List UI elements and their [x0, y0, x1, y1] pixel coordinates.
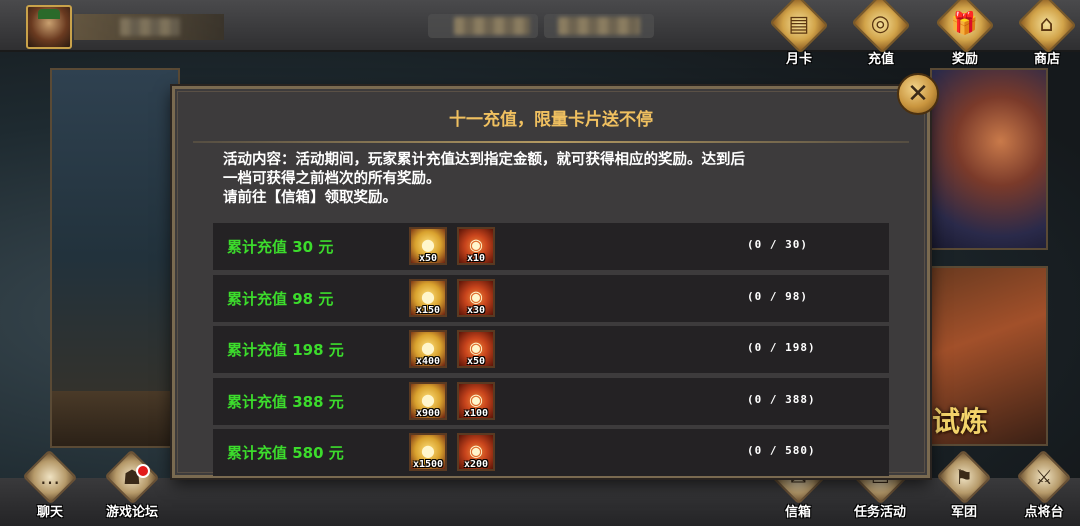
card-swirl-icon: ◉ — [469, 389, 483, 409]
background-scene-left — [50, 68, 180, 448]
gold-coin-item[interactable]: ● x50 — [409, 227, 447, 265]
gold-coin-icon: ● — [421, 389, 435, 409]
item-quantity: x900 — [415, 407, 441, 419]
item-quantity: x150 — [415, 304, 441, 316]
reward-tier-row: 累计充值 198 元 ● x400 ◉ x50 (0 / 198) — [213, 326, 889, 373]
tier-label: 累计充值 198 元 — [227, 341, 344, 359]
rewards-button[interactable]: 🎁 奖励 — [935, 0, 995, 67]
close-button[interactable]: ✕ — [897, 73, 939, 115]
tier-progress: (0 / 198) — [747, 341, 816, 354]
gift-box-icon: 🎁 — [935, 0, 995, 54]
reward-tier-row: 累计充值 30 元 ● x50 ◉ x10 (0 / 30) — [213, 223, 889, 270]
player-avatar[interactable] — [26, 5, 72, 49]
card-swirl-icon: ◉ — [469, 441, 483, 460]
card-swirl-icon: ◉ — [469, 338, 483, 357]
tier-progress: (0 / 388) — [747, 392, 816, 406]
card-swirl-icon: ◉ — [469, 235, 483, 254]
shop-pagoda-icon: ⌂ — [1017, 0, 1077, 54]
card-swirl-icon: ◉ — [469, 286, 483, 306]
recharge-event-modal: 十一充值，限量卡片送不停 活动内容：活动期间，玩家累计充值达到指定金额，就可获得… — [172, 86, 930, 478]
legion-button[interactable]: ⚑ 军团 — [928, 449, 1000, 524]
recharge-button[interactable]: ◎ 充值 — [851, 0, 911, 67]
close-x-icon: ✕ — [907, 79, 929, 109]
tier-label: 累计充值 388 元 — [227, 392, 344, 411]
gold-coin-icon: ● — [421, 441, 435, 460]
forum-users-icon: ☗ — [104, 449, 160, 505]
reward-tier-list: 累计充值 30 元 ● x50 ◉ x10 (0 / 30) 累计充值 98 元… — [213, 223, 889, 481]
reward-tier-row: 累计充值 98 元 ● x150 ◉ x30 (0 / 98) — [213, 274, 889, 322]
resource-pill-2 — [544, 14, 654, 38]
shop-button[interactable]: ⌂ 商店 — [1017, 0, 1077, 67]
event-description: 活动内容：活动期间，玩家累计充值达到指定金额，就可获得相应的奖励。达到后 一档可… — [223, 152, 745, 206]
gold-coin-item[interactable]: ● x900 — [409, 381, 447, 420]
card-shard-item[interactable]: ◉ x50 — [457, 330, 495, 368]
card-shard-item[interactable]: ◉ x100 — [457, 381, 495, 420]
modal-title: 十一充值，限量卡片送不停 — [449, 110, 653, 130]
title-divider — [193, 141, 909, 143]
reward-tier-row: 累计充值 580 元 ● x1500 ◉ x200 (0 / 580) — [213, 429, 889, 476]
top-bar — [0, 0, 1080, 52]
tier-progress: (0 / 580) — [747, 444, 816, 457]
tier-progress: (0 / 30) — [747, 238, 808, 251]
month-card-button[interactable]: ▤ 月卡 — [769, 0, 829, 67]
legion-horn-icon: ⚑ — [936, 449, 992, 505]
tier-label: 累计充值 30 元 — [227, 238, 334, 256]
chat-bubble-icon: … — [22, 449, 78, 505]
reward-tier-row: 累计充值 388 元 ● x900 ◉ x100 (0 / 388) — [213, 377, 889, 425]
item-quantity: x200 — [463, 459, 489, 470]
forum-button[interactable]: ☗ 游戏论坛 — [96, 449, 168, 524]
trial-banner-label: 试炼 — [932, 405, 989, 438]
gold-coin-icon: ● — [421, 286, 435, 306]
gold-coin-item[interactable]: ● x400 — [409, 330, 447, 368]
gold-coin-icon: ● — [421, 338, 435, 357]
gold-coin-icon: ● — [421, 235, 435, 254]
card-shard-item[interactable]: ◉ x10 — [457, 227, 495, 265]
resource-pill-1 — [428, 14, 538, 38]
card-shard-item[interactable]: ◉ x200 — [457, 433, 495, 471]
notification-dot — [136, 464, 150, 478]
tier-progress: (0 / 98) — [747, 289, 808, 303]
card-shard-item[interactable]: ◉ x30 — [457, 278, 495, 317]
player-name-redacted — [120, 18, 180, 36]
item-quantity: x50 — [418, 253, 438, 264]
gold-coin-item[interactable]: ● x1500 — [409, 433, 447, 471]
general-stage-button[interactable]: ⚔ 点将台 — [1008, 449, 1080, 524]
gold-coin-item[interactable]: ● x150 — [409, 278, 447, 317]
chat-button[interactable]: … 聊天 — [14, 449, 86, 524]
general-stage-sword-icon: ⚔ — [1016, 449, 1072, 505]
player-name-plate — [74, 14, 224, 40]
tier-label: 累计充值 98 元 — [227, 289, 334, 308]
tier-label: 累计充值 580 元 — [227, 444, 344, 462]
month-card-icon: ▤ — [769, 0, 829, 54]
item-quantity: x400 — [415, 356, 441, 367]
item-quantity: x10 — [466, 253, 486, 264]
item-quantity: x50 — [466, 356, 486, 367]
item-quantity: x100 — [463, 407, 489, 419]
item-quantity: x30 — [466, 304, 486, 316]
item-quantity: x1500 — [412, 459, 444, 470]
recharge-coins-icon: ◎ — [851, 0, 911, 54]
hero-portrait-banner[interactable] — [930, 68, 1048, 250]
